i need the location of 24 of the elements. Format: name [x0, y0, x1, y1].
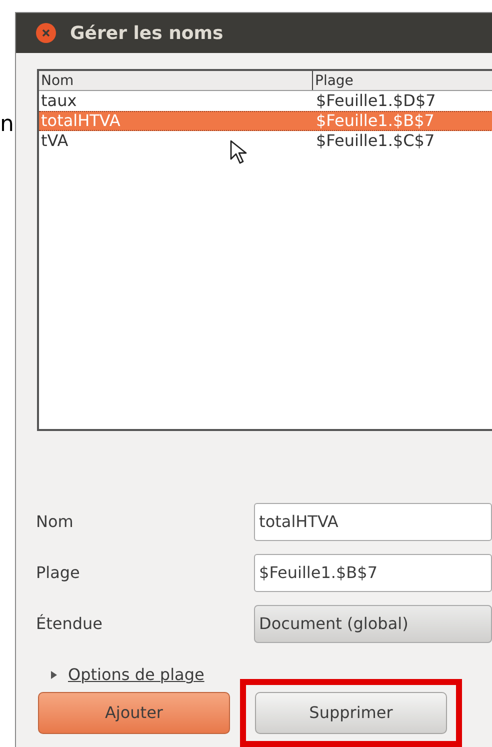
field-label: Étendue [36, 613, 104, 635]
background-text: n [0, 111, 14, 139]
table-cell-text: $Feuille1.$B$7 [315, 112, 436, 130]
field-label: Nom [36, 511, 74, 533]
close-button[interactable] [36, 23, 56, 43]
table-cell-text: tVA [40, 132, 70, 150]
input-field[interactable]: totalHTVA [254, 503, 492, 541]
input-field[interactable]: $Feuille1.$B$7 [254, 554, 492, 592]
scope-dropdown[interactable]: Document (global) [254, 605, 492, 643]
column-header[interactable]: Nom [39, 71, 313, 90]
table-cell-text: $Feuille1.$D$7 [315, 92, 437, 110]
table-cell-text: totalHTVA [40, 112, 122, 130]
table-row[interactable]: tVA $Feuille1.$C$7 [39, 131, 492, 151]
dialog-button[interactable]: Supprimer [255, 692, 447, 734]
field-label: Plage [36, 562, 81, 584]
table-cell-text: taux [40, 92, 78, 110]
column-header[interactable]: Plage [313, 71, 492, 90]
range-options-expander[interactable]: Options de plage [68, 663, 204, 687]
window-title: Gérer les noms [70, 22, 224, 46]
dialog-button[interactable]: Ajouter [38, 692, 230, 734]
table-cell-text: $Feuille1.$C$7 [315, 132, 436, 150]
table-row[interactable]: taux $Feuille1.$D$7 [39, 91, 492, 111]
close-icon [41, 28, 51, 38]
mouse-pointer-icon [229, 139, 249, 165]
